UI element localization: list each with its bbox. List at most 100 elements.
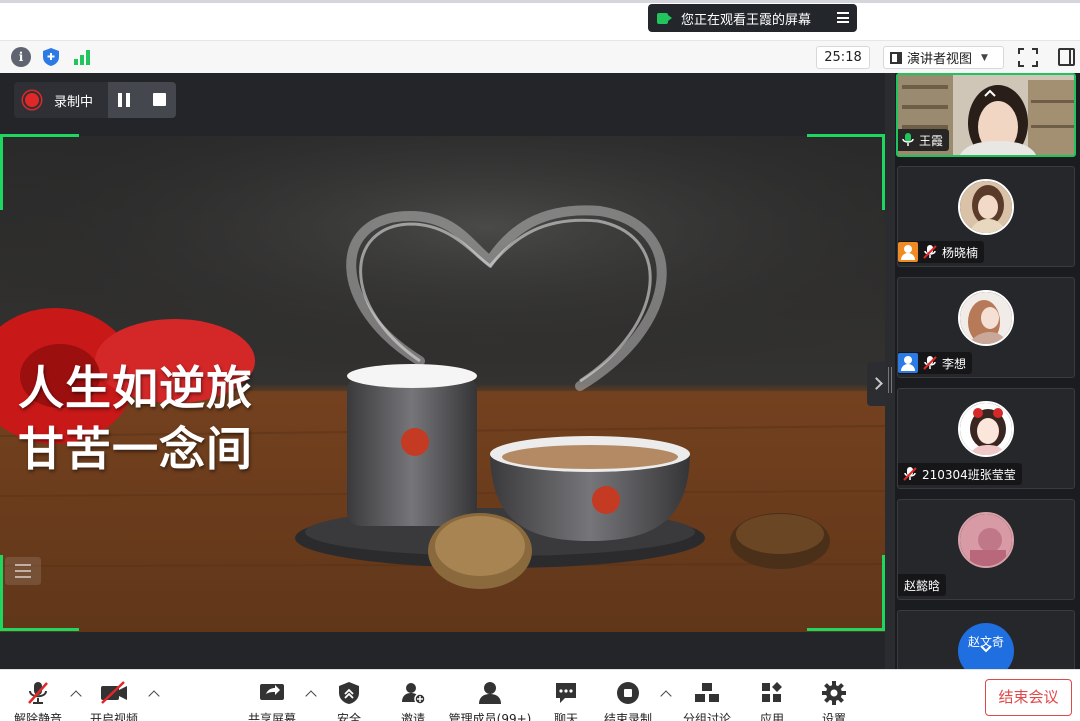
- participant-tile[interactable]: 杨晓楠: [897, 166, 1075, 267]
- host-icon: [898, 242, 918, 262]
- share-border-top-right: [807, 134, 885, 210]
- video-options-caret[interactable]: [148, 690, 160, 702]
- start-video-label: 开启视频: [89, 712, 139, 721]
- participant-name: 李想: [942, 356, 967, 371]
- bottom-control-bar: 解除静音 开启视频 共享屏幕 安全 邀请 管理成员(99+) 聊天 结束录制 分…: [0, 669, 1080, 721]
- end-recording-label: 结束录制: [603, 712, 653, 721]
- share-border-bottom-right: [807, 555, 885, 631]
- participant-name: 赵懿晗: [904, 578, 941, 593]
- mic-muted-icon: [28, 682, 48, 704]
- participant-name-tag: 李想: [898, 352, 973, 374]
- invite-button[interactable]: 邀请: [389, 680, 437, 721]
- recording-indicator: 录制中: [14, 82, 176, 118]
- chat-label: 聊天: [553, 712, 579, 721]
- members-icon: [479, 682, 501, 704]
- slide-text-line2: 甘苦一念间: [18, 422, 253, 476]
- share-border-bottom-left: [0, 555, 79, 631]
- share-options-caret[interactable]: [305, 690, 317, 702]
- sidebar-toggle-icon[interactable]: [1058, 48, 1075, 66]
- manage-members-button[interactable]: 管理成员(99+): [449, 680, 531, 721]
- breakout-label: 分组讨论: [682, 712, 732, 721]
- screen-share-icon: [657, 12, 672, 24]
- share-screen-label: 共享屏幕: [247, 712, 297, 721]
- breakout-rooms-icon: [695, 683, 719, 702]
- meeting-toolbar: i 25:18 演讲者视图 ▼: [0, 40, 1080, 73]
- chat-button[interactable]: 聊天: [542, 680, 590, 721]
- security-button[interactable]: 安全: [325, 680, 373, 721]
- view-mode-dropdown[interactable]: 演讲者视图 ▼: [883, 46, 1004, 69]
- meeting-window: 您正在观看王霞的屏幕 i 25:18 演讲者视图 ▼ 人生如逆旅 甘苦一念间 录…: [0, 0, 1080, 721]
- pause-icon[interactable]: [118, 93, 130, 107]
- chevron-down-icon[interactable]: [978, 641, 994, 657]
- fullscreen-icon[interactable]: [1018, 48, 1038, 67]
- shield-icon: [339, 682, 359, 704]
- speaker-view-icon: [890, 51, 902, 64]
- mic-muted-icon: [922, 244, 938, 260]
- recording-status: 录制中: [54, 94, 94, 110]
- manage-members-label: 管理成员(99+): [448, 712, 532, 721]
- participant-tile[interactable]: 赵懿晗: [897, 499, 1075, 600]
- meeting-timer: 25:18: [816, 46, 870, 69]
- collapse-panel-button[interactable]: [867, 362, 885, 406]
- avatar: [958, 179, 1014, 235]
- unmute-button[interactable]: 解除静音: [14, 680, 62, 721]
- info-icon[interactable]: i: [11, 47, 31, 67]
- breakout-button[interactable]: 分组讨论: [683, 680, 731, 721]
- top-strip: 您正在观看王霞的屏幕: [0, 0, 1080, 40]
- participant-tile[interactable]: 赵文奇: [897, 610, 1075, 669]
- start-video-button[interactable]: 开启视频: [90, 680, 138, 721]
- video-off-icon: [101, 681, 127, 704]
- share-screen-button[interactable]: 共享屏幕: [248, 680, 296, 721]
- apps-label: 应用: [759, 712, 785, 721]
- end-recording-button[interactable]: 结束录制: [604, 680, 652, 721]
- participant-tile-speaker[interactable]: 王霞: [896, 73, 1076, 157]
- end-meeting-button[interactable]: 结束会议: [985, 679, 1072, 716]
- participant-name-tag: 210304班张莹莹: [898, 463, 1022, 485]
- participant-name: 210304班张莹莹: [922, 467, 1016, 482]
- shared-slide: 人生如逆旅 甘苦一念间: [0, 136, 885, 632]
- participant-name: 杨晓楠: [942, 245, 979, 260]
- chevron-down-icon: ▼: [981, 52, 988, 63]
- avatar: [958, 512, 1014, 568]
- invite-label: 邀请: [400, 712, 426, 721]
- shared-screen-area: 人生如逆旅 甘苦一念间 录制中: [0, 73, 885, 669]
- network-signal-icon[interactable]: [72, 47, 92, 67]
- share-status-pill[interactable]: 您正在观看王霞的屏幕: [648, 4, 857, 32]
- participant-tile[interactable]: 李想: [897, 277, 1075, 378]
- panel-resize-handle[interactable]: [885, 73, 895, 669]
- stop-record-icon: [617, 682, 639, 704]
- share-border-top-left: [0, 134, 79, 210]
- settings-label: 设置: [821, 712, 847, 721]
- participant-tile[interactable]: 210304班张莹莹: [897, 388, 1075, 489]
- participant-name-tag: 杨晓楠: [898, 241, 985, 263]
- participant-name-tag: 王霞: [898, 129, 950, 151]
- recording-controls: [108, 82, 176, 118]
- avatar: [958, 401, 1014, 457]
- view-mode-label: 演讲者视图: [907, 52, 973, 67]
- participant-name: 王霞: [919, 133, 944, 148]
- avatar: [958, 290, 1014, 346]
- slide-text-line1: 人生如逆旅: [18, 361, 253, 415]
- chevron-up-icon[interactable]: [982, 85, 998, 101]
- window-edge: [0, 0, 1080, 3]
- mic-active-icon: [901, 132, 915, 148]
- unmute-label: 解除静音: [13, 712, 63, 721]
- participant-name-tag: 赵懿晗: [898, 574, 947, 596]
- mic-muted-icon: [902, 466, 918, 482]
- settings-button[interactable]: 设置: [810, 680, 858, 721]
- chat-icon: [556, 683, 576, 703]
- recording-options-caret[interactable]: [660, 690, 672, 702]
- audio-options-caret[interactable]: [70, 690, 82, 702]
- add-user-icon: [402, 683, 426, 705]
- gear-icon: [822, 681, 846, 705]
- apps-button[interactable]: 应用: [748, 680, 796, 721]
- apps-icon: [762, 682, 782, 702]
- security-shield-icon[interactable]: [42, 47, 60, 67]
- cohost-icon: [898, 353, 918, 373]
- record-dot-icon: [25, 93, 39, 107]
- mic-muted-icon: [922, 355, 938, 371]
- stop-icon[interactable]: [153, 93, 166, 106]
- share-status-text: 您正在观看王霞的屏幕: [681, 12, 812, 28]
- menu-icon[interactable]: [837, 12, 849, 23]
- security-label: 安全: [336, 712, 362, 721]
